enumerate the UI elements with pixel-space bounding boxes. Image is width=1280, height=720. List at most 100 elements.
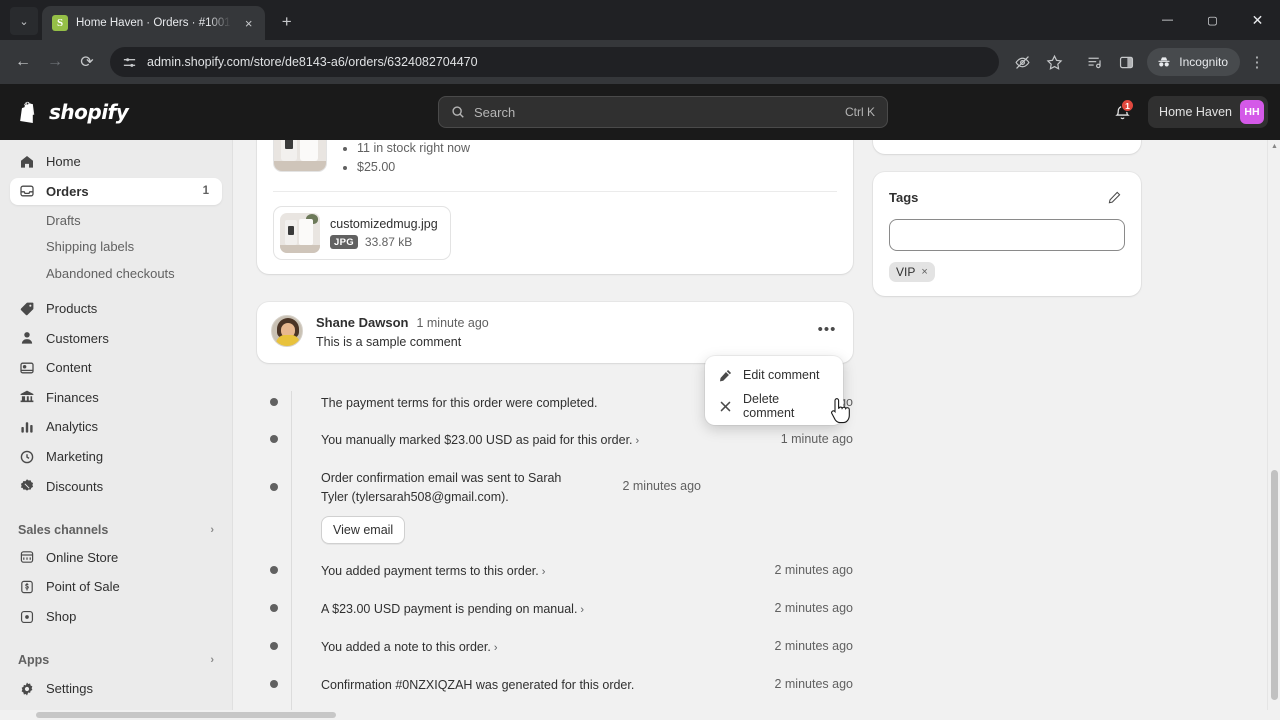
sidebar-item-label: Online Store (46, 549, 119, 565)
sidebar-item-drafts[interactable]: Drafts (10, 207, 222, 233)
list-item: 11 in stock right now (357, 140, 837, 158)
orders-count-badge: 1 (202, 185, 209, 198)
sidebar-item-label: Home (46, 154, 81, 170)
tags-title: Tags (889, 189, 919, 205)
close-icon[interactable]: × (239, 13, 259, 33)
sidebar-section-label: Sales channels (18, 522, 109, 537)
sidebar-item-label: Orders (46, 183, 89, 199)
notifications-button[interactable]: 1 (1106, 96, 1138, 128)
sidebar-item-online-store[interactable]: Online Store (10, 544, 222, 572)
gear-icon (18, 680, 36, 698)
sidebar-item-shop[interactable]: Shop (10, 603, 222, 631)
sidebar-section-apps[interactable]: Apps › (10, 646, 222, 674)
timeline-text: You added a note to this order. (321, 640, 491, 654)
search-input[interactable]: Search Ctrl K (438, 96, 889, 128)
horizontal-scrollbar-thumb[interactable] (36, 712, 336, 718)
back-icon[interactable]: ← (8, 47, 38, 77)
pencil-icon[interactable] (1103, 186, 1125, 208)
reload-icon[interactable]: ⟳ (72, 47, 102, 77)
avatar: HH (1240, 100, 1264, 124)
shopify-admin: shopify Search Ctrl K 1 Home Haven HH Ho… (0, 84, 1280, 720)
comment-more-button[interactable]: ••• (813, 315, 841, 343)
menu-item-delete-comment[interactable]: Delete comment (709, 392, 839, 420)
remove-tag-icon[interactable]: × (921, 266, 927, 278)
search-icon (451, 105, 465, 119)
chevron-right-icon[interactable]: › (580, 604, 584, 616)
avatar (271, 315, 303, 347)
chevron-right-icon[interactable]: › (636, 435, 640, 447)
timeline-row: Order confirmation email was sent to Sar… (257, 460, 853, 553)
sidebar-item-label: Analytics (46, 419, 99, 435)
sidebar-item-discounts[interactable]: Discounts (10, 472, 222, 500)
address-bar[interactable]: admin.shopify.com/store/de8143-a6/orders… (110, 47, 1000, 77)
timeline-dot (270, 398, 278, 406)
store-switcher[interactable]: Home Haven HH (1148, 96, 1268, 128)
comment-actions-menu: Edit comment Delete comment (705, 356, 843, 425)
sidebar-item-orders[interactable]: Orders 1 (10, 177, 222, 206)
menu-item-edit-comment[interactable]: Edit comment (709, 361, 839, 389)
eye-slash-icon[interactable] (1007, 47, 1037, 77)
star-icon[interactable] (1039, 47, 1069, 77)
timeline-row: You added payment terms to this order. › … (257, 553, 853, 591)
sidebar-item-products[interactable]: Products (10, 295, 222, 323)
home-icon (18, 153, 36, 171)
shopify-wordmark: shopify (49, 100, 129, 124)
sidebar-item-label: Marketing (46, 449, 104, 465)
attachment-chip[interactable]: customizedmug.jpg JPG 33.87 kB (273, 206, 451, 260)
order-detail-column: Personalized Mug 11 in stock right now $… (257, 140, 853, 720)
sidebar-item-settings[interactable]: Settings (10, 674, 222, 704)
chevron-right-icon[interactable]: › (494, 642, 498, 654)
sidebar-item-label: Products (46, 301, 98, 317)
sidebar-item-marketing[interactable]: Marketing (10, 443, 222, 471)
shopify-logo[interactable]: shopify (12, 100, 220, 124)
timeline-row: You manually marked $23.00 USD as paid f… (257, 422, 853, 460)
sidebar-item-customers[interactable]: Customers (10, 324, 222, 352)
forward-icon[interactable]: → (40, 47, 70, 77)
tags-input[interactable] (889, 219, 1125, 251)
sidebar-item-finances[interactable]: Finances (10, 384, 222, 412)
marketing-icon (18, 448, 36, 466)
bank-icon (18, 388, 36, 406)
scroll-up-arrow[interactable]: ▲ (1268, 140, 1280, 153)
timeline-text: You added payment terms to this order. (321, 564, 539, 578)
window-close-icon[interactable]: ✕ (1235, 0, 1280, 40)
tab-search-icon[interactable]: ⌄ (10, 7, 38, 35)
product-thumbnail (273, 140, 327, 172)
incognito-icon (1156, 54, 1172, 70)
bar-chart-icon (18, 418, 36, 436)
timeline-time: 2 minutes ago (774, 601, 853, 615)
sidebar-item-label: Customers (46, 330, 109, 346)
timeline-row: A $23.00 USD payment is pending on manua… (257, 591, 853, 629)
vertical-scrollbar-thumb[interactable] (1271, 470, 1278, 700)
file-size: 33.87 kB (364, 235, 413, 249)
menu-item-label: Edit comment (743, 368, 820, 382)
sidebar-item-point-of-sale[interactable]: Point of Sale (10, 573, 222, 601)
tag-chip-vip[interactable]: VIP × (889, 262, 935, 282)
horizontal-scrollbar[interactable] (0, 710, 1280, 720)
timeline-time: 2 minutes ago (774, 677, 853, 691)
sidebar-item-home[interactable]: Home (10, 148, 222, 176)
timeline-text: A $23.00 USD payment is pending on manua… (321, 602, 578, 616)
minimize-icon[interactable]: — (1145, 0, 1190, 40)
chevron-right-icon[interactable]: › (210, 654, 214, 666)
sidebar-subitem-label: Drafts (46, 212, 81, 228)
sidebar-item-abandoned-checkouts[interactable]: Abandoned checkouts (10, 261, 222, 287)
browser-menu-icon[interactable]: ⋮ (1242, 47, 1272, 77)
view-email-button[interactable]: View email (321, 516, 406, 544)
reading-list-icon[interactable] (1079, 47, 1109, 77)
chevron-right-icon[interactable]: › (210, 524, 214, 536)
side-panel-icon[interactable] (1111, 47, 1141, 77)
sidebar-section-sales-channels[interactable]: Sales channels › (10, 516, 222, 544)
sidebar-item-label: Content (46, 360, 92, 376)
vertical-scrollbar[interactable]: ▲ ▼ (1267, 140, 1280, 720)
incognito-indicator[interactable]: Incognito (1147, 48, 1240, 76)
chevron-right-icon[interactable]: › (542, 566, 546, 578)
sidebar-item-shipping-labels[interactable]: Shipping labels (10, 234, 222, 260)
maximize-icon[interactable]: ▢ (1190, 0, 1235, 40)
page-settings-icon[interactable] (122, 55, 137, 70)
sidebar-item-content[interactable]: Content (10, 354, 222, 382)
new-tab-button[interactable]: + (273, 8, 301, 36)
sidebar-item-analytics[interactable]: Analytics (10, 413, 222, 441)
browser-tab[interactable]: S Home Haven · Orders · #1001 × (42, 6, 265, 40)
comment-text: This is a sample comment (316, 335, 462, 349)
